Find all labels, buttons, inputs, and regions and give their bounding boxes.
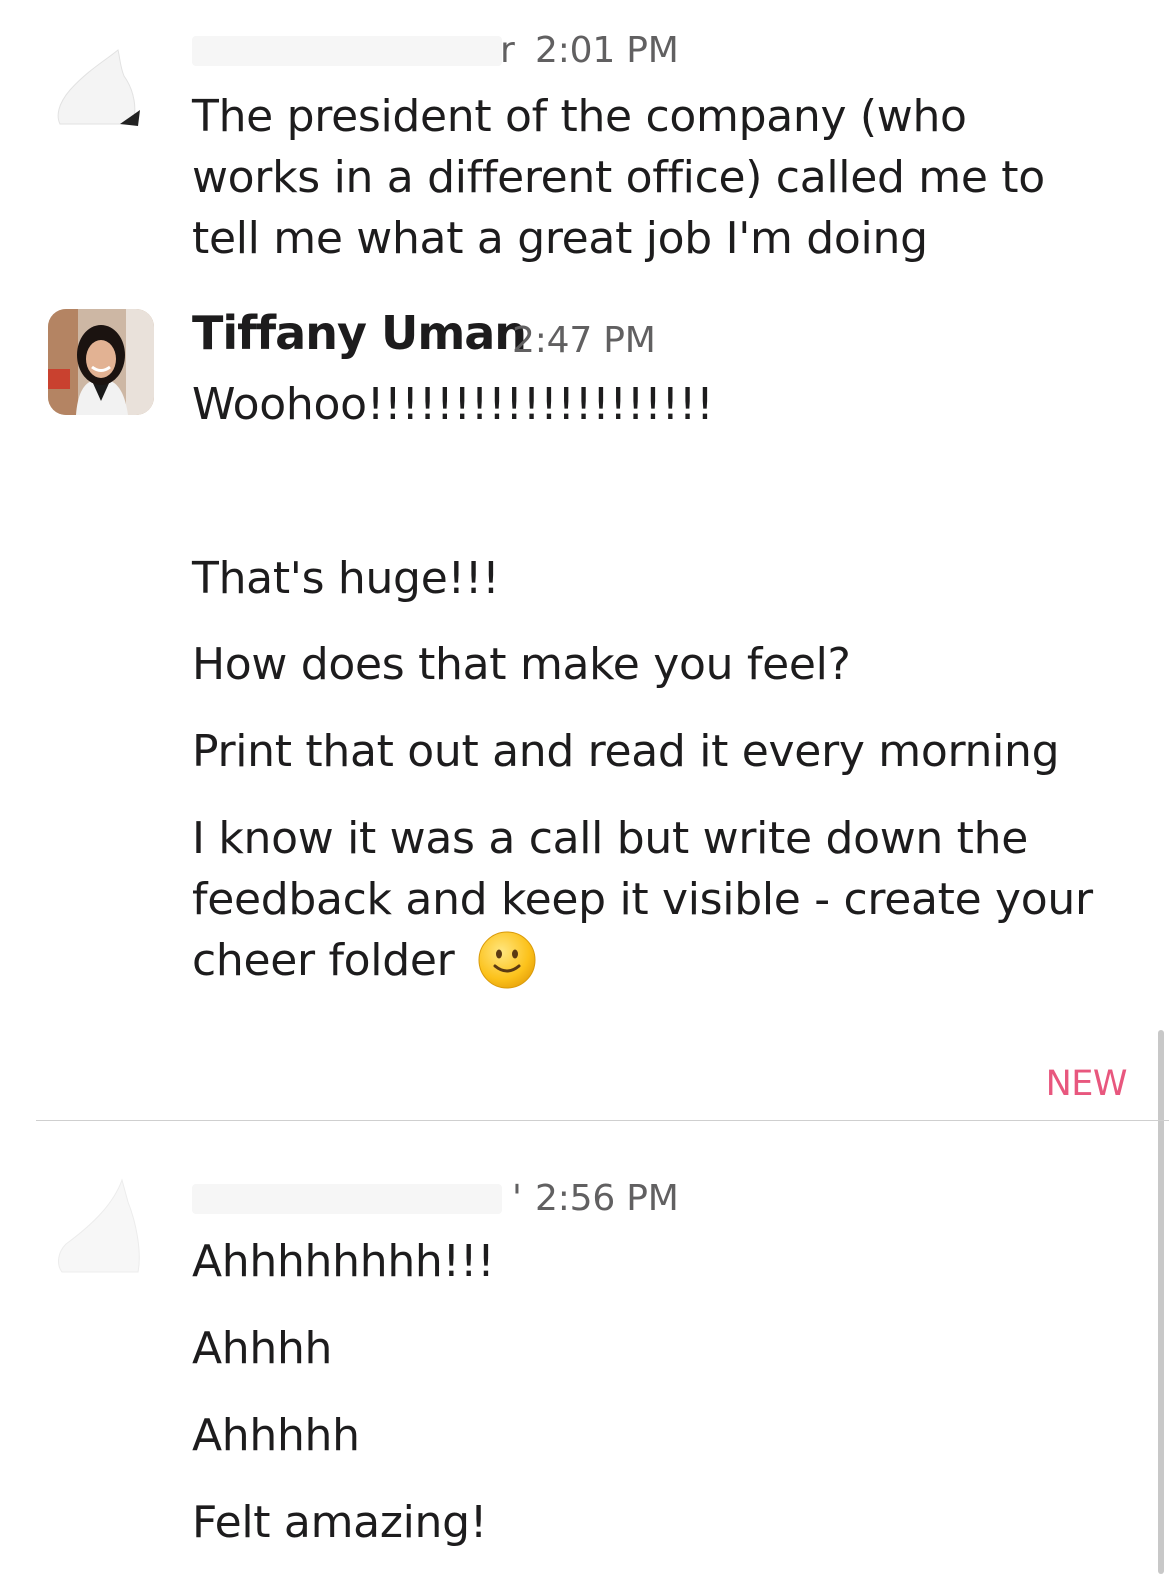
message-line: cheer folder	[192, 935, 455, 986]
message-line: Felt amazing!	[192, 1497, 488, 1548]
timestamp[interactable]: 2:56 PM	[535, 1178, 679, 1219]
message-line: tell me what a great job I'm doing	[192, 213, 928, 264]
author-name-obscured	[192, 1184, 502, 1214]
profile-photo-icon	[48, 309, 154, 415]
timestamp-prefix: '	[512, 1178, 522, 1219]
avatar-obscured[interactable]	[48, 40, 154, 146]
message-line: That's huge!!!	[192, 553, 500, 604]
avatar-obscured[interactable]	[48, 1172, 154, 1278]
message-line: Ahhhhh	[192, 1410, 360, 1461]
message-line: Ahhhhhhhh!!!	[192, 1236, 495, 1287]
message-line: How does that make you feel?	[192, 639, 851, 690]
message-line: The president of the company (who	[192, 91, 967, 142]
message-line: works in a different office) called me t…	[192, 152, 1045, 203]
message-line: Print that out and read it every morning	[192, 726, 1060, 777]
author-name[interactable]: Tiffany Uman	[192, 306, 527, 360]
avatar-obscured-icon	[57, 49, 140, 126]
slightly-smiling-face-icon	[477, 930, 537, 990]
message-line: Woohoo!!!!!!!!!!!!!!!!!!!!	[192, 379, 714, 430]
new-messages-divider	[36, 1120, 1169, 1121]
message-line: I know it was a call but write down the	[192, 813, 1028, 864]
timestamp[interactable]: 2:47 PM	[512, 320, 656, 361]
timestamp[interactable]: 2:01 PM	[535, 30, 679, 71]
scrollbar[interactable]	[1158, 1030, 1164, 1574]
author-name-obscured	[192, 36, 502, 66]
new-messages-label: NEW	[1045, 1064, 1128, 1104]
avatar-obscured-icon	[58, 1178, 140, 1273]
timestamp-prefix: r	[500, 30, 515, 71]
message-line: Ahhhh	[192, 1323, 333, 1374]
message-line: feedback and keep it visible - create yo…	[192, 874, 1093, 925]
avatar-tiffany[interactable]	[48, 309, 154, 415]
